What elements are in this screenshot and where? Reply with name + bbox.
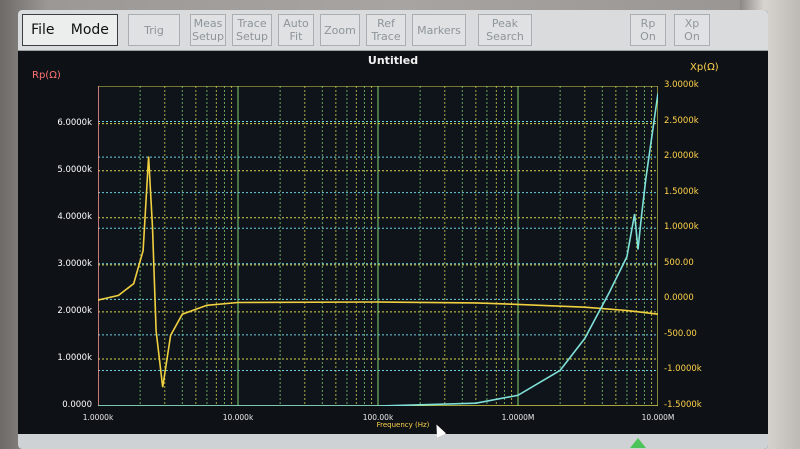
x-tick-label: 1.0000M: [501, 413, 535, 422]
auto-fit-button[interactable]: Auto Fit: [278, 14, 314, 46]
right-tick-label: 0.0000: [664, 293, 694, 304]
x-tick-label: 10.000k: [222, 413, 254, 422]
analyzer-screen: File Mode Trig Meas Setup Trace Setup Au…: [18, 10, 768, 449]
left-axis-title: Rp(Ω): [32, 70, 61, 81]
right-tick-label: -1.5000k: [664, 400, 702, 410]
right-tick-label: 500.00: [664, 257, 694, 268]
trace-setup-button[interactable]: Trace Setup: [232, 14, 272, 46]
left-tick-label: 6.0000k: [57, 117, 92, 128]
x-tick-label: 1.0000k: [82, 413, 114, 422]
impedance-plot[interactable]: [98, 86, 658, 406]
zoom-button[interactable]: Zoom: [320, 14, 360, 46]
right-tick-label: -1.0000k: [664, 364, 702, 375]
left-tick-label: 0.0000: [62, 400, 92, 410]
status-strip: [18, 434, 768, 449]
right-tick-label: 2.5000k: [664, 115, 699, 126]
trig-button[interactable]: Trig: [128, 14, 180, 46]
right-tick-label: 1.0000k: [664, 222, 699, 233]
peak-search-button[interactable]: Peak Search: [478, 14, 532, 46]
left-tick-label: 1.0000k: [57, 352, 92, 363]
ref-trace-button[interactable]: Ref Trace: [366, 14, 406, 46]
file-mode-button[interactable]: File Mode: [22, 14, 118, 46]
right-tick-label: 1.5000k: [664, 186, 699, 197]
right-tick-label: 3.0000k: [664, 80, 699, 90]
x-tick-label: 10.000M: [641, 413, 675, 422]
left-tick-label: 5.0000k: [57, 164, 92, 175]
left-tick-label: 4.0000k: [57, 211, 92, 222]
xp-on-button[interactable]: Xp On: [674, 14, 710, 46]
toolbar: File Mode Trig Meas Setup Trace Setup Au…: [18, 10, 768, 51]
mode-menu-label[interactable]: Mode: [71, 23, 109, 37]
plot-title: Untitled: [367, 54, 419, 67]
file-menu-label[interactable]: File: [31, 23, 54, 37]
rp-on-button[interactable]: Rp On: [630, 14, 666, 46]
left-tick-label: 2.0000k: [57, 305, 92, 316]
right-tick-label: -500.00: [664, 328, 697, 339]
scroll-up-icon[interactable]: [630, 438, 646, 448]
right-axis-title: Xp(Ω): [690, 62, 719, 73]
left-tick-label: 3.0000k: [57, 258, 92, 269]
right-tick-label: 2.0000k: [664, 151, 699, 162]
markers-button[interactable]: Markers: [412, 14, 466, 46]
meas-setup-button[interactable]: Meas Setup: [190, 14, 226, 46]
